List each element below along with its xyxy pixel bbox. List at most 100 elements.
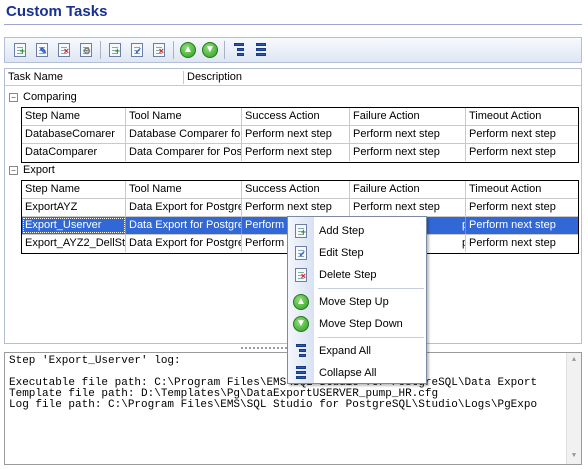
table-row[interactable]: DatabaseComarer Database Comparer for Pe… <box>22 126 578 144</box>
menu-item-expand-all[interactable]: Expand All <box>288 340 426 362</box>
edit-step-icon: ✓ <box>295 246 307 260</box>
tree-header: Task Name Description <box>5 69 581 86</box>
menu-separator <box>318 337 424 338</box>
menu-item-label: Move Step Down <box>319 318 403 330</box>
move-up-button[interactable]: ▲ <box>178 40 198 60</box>
delete-task-button[interactable]: × <box>54 40 74 60</box>
menu-item-collapse-all[interactable]: Collapse All <box>288 362 426 384</box>
success-action-cell: Perform next step <box>242 126 350 143</box>
add-step-icon: + <box>295 224 307 238</box>
column-header-step-name[interactable]: Step Name <box>22 108 126 125</box>
edit-task-icon: ✎ <box>36 43 48 57</box>
tool-name-cell: Database Comparer for <box>126 126 242 143</box>
move-down-button[interactable]: ▼ <box>200 40 220 60</box>
log-line: Step 'Export_Userver' log: <box>9 355 181 367</box>
step-name-cell: DatabaseComarer <box>22 126 126 143</box>
add-task-icon: + <box>14 43 26 57</box>
grid-header-row: Step Name Tool Name Success Action Failu… <box>22 108 578 126</box>
collapse-toggle-icon[interactable]: − <box>9 165 18 175</box>
table-row[interactable]: ExportAYZ Data Export for Postgre Perfor… <box>22 199 578 217</box>
timeout-action-cell: Perform next step <box>469 146 556 158</box>
timeout-action-cell: Perform next step <box>469 128 556 140</box>
arrow-down-icon: ▼ <box>202 42 218 58</box>
column-header-tool-name[interactable]: Tool Name <box>126 181 242 198</box>
add-task-button[interactable]: + <box>10 40 30 60</box>
step-name-cell: DataComparer <box>22 144 126 161</box>
failure-action-cell: Perform next step <box>350 199 466 216</box>
table-row[interactable]: DataComparer Data Comparer for Post Perf… <box>22 144 578 162</box>
column-header-timeout-action[interactable]: Timeout Action <box>466 108 580 125</box>
column-header-failure-action[interactable]: Failure Action <box>350 108 466 125</box>
context-menu: + Add Step ✓ Edit Step × Delete Step ▲ M… <box>287 216 427 384</box>
collapse-all-icon <box>256 42 266 58</box>
edit-task-button[interactable]: ✎ <box>32 40 52 60</box>
collapse-all-button[interactable] <box>251 40 271 60</box>
arrow-up-icon: ▲ <box>180 42 196 58</box>
page-title: Custom Tasks <box>6 3 108 20</box>
delete-task-icon: × <box>58 43 70 57</box>
timeout-action-cell: Perform next step <box>469 237 556 249</box>
menu-item-add-step[interactable]: + Add Step <box>288 220 426 242</box>
menu-item-label: Edit Step <box>319 247 364 259</box>
vertical-scrollbar[interactable]: ▲ ▼ <box>566 353 581 464</box>
failure-action-cell: Perform next step <box>350 126 466 143</box>
task-properties-button[interactable]: ⚙ <box>76 40 96 60</box>
column-header-success-action[interactable]: Success Action <box>242 108 350 125</box>
column-header-timeout-action[interactable]: Timeout Action <box>466 181 580 198</box>
column-header-failure-action[interactable]: Failure Action <box>350 181 466 198</box>
add-step-button[interactable]: + <box>105 40 125 60</box>
arrow-up-icon: ▲ <box>293 294 309 310</box>
title-divider <box>4 24 582 25</box>
toolbar: + ✎ × ⚙ + ✓ × ▲ ▼ <box>4 37 582 63</box>
collapse-toggle-icon[interactable]: − <box>9 92 18 102</box>
toolbar-separator <box>224 41 225 59</box>
task-group-comparing[interactable]: − Comparing <box>9 89 77 105</box>
success-action-cell: Perform next step <box>242 144 350 161</box>
column-header-success-action[interactable]: Success Action <box>242 181 350 198</box>
menu-item-label: Collapse All <box>319 367 377 379</box>
collapse-all-icon <box>296 365 306 381</box>
delete-step-button[interactable]: × <box>149 40 169 60</box>
column-header-tool-name[interactable]: Tool Name <box>126 108 242 125</box>
timeout-action-cell: Perform next step <box>469 219 556 231</box>
step-name-cell: Export_Userver <box>22 217 126 234</box>
expand-all-icon <box>234 42 244 58</box>
menu-item-label: Move Step Up <box>319 296 389 308</box>
log-line: Log file path: C:\Program Files\EMS\SQL … <box>9 399 538 411</box>
edit-step-icon: ✓ <box>131 43 143 57</box>
tool-name-cell: Data Export for Postgre <box>126 199 242 216</box>
menu-item-delete-step[interactable]: × Delete Step <box>288 264 426 286</box>
expand-all-button[interactable] <box>229 40 249 60</box>
success-action-cell: Perform next step <box>242 199 350 216</box>
delete-step-icon: × <box>153 43 165 57</box>
menu-item-label: Delete Step <box>319 269 377 281</box>
timeout-action-cell: Perform next step <box>469 201 556 213</box>
tool-name-cell: Data Comparer for Post <box>126 144 242 161</box>
menu-separator <box>318 288 424 289</box>
failure-action-cell: Perform next step <box>350 144 466 161</box>
scroll-down-icon[interactable]: ▼ <box>567 449 581 464</box>
steps-grid-comparing: Step Name Tool Name Success Action Failu… <box>21 107 579 163</box>
expand-all-icon <box>296 343 306 359</box>
menu-item-move-step-down[interactable]: ▼ Move Step Down <box>288 313 426 335</box>
column-header-task-name[interactable]: Task Name <box>8 71 63 83</box>
menu-item-edit-step[interactable]: ✓ Edit Step <box>288 242 426 264</box>
add-step-icon: + <box>109 43 121 57</box>
grid-header-row: Step Name Tool Name Success Action Failu… <box>22 181 578 199</box>
menu-item-label: Expand All <box>319 345 371 357</box>
menu-item-move-step-up[interactable]: ▲ Move Step Up <box>288 291 426 313</box>
scroll-up-icon[interactable]: ▲ <box>567 353 581 368</box>
toolbar-separator <box>173 41 174 59</box>
task-group-export[interactable]: − Export <box>9 162 55 178</box>
menu-item-label: Add Step <box>319 225 365 237</box>
step-name-cell: Export_AYZ2_DellSt <box>22 235 126 252</box>
task-properties-icon: ⚙ <box>80 43 92 57</box>
task-name: Export <box>23 164 55 176</box>
arrow-down-icon: ▼ <box>293 316 309 332</box>
tool-name-cell: Data Export for Postgre <box>126 217 242 234</box>
edit-step-button[interactable]: ✓ <box>127 40 147 60</box>
column-header-step-name[interactable]: Step Name <box>22 181 126 198</box>
tool-name-cell: Data Export for Postgre <box>126 235 242 252</box>
column-header-description[interactable]: Description <box>187 71 242 83</box>
delete-step-icon: × <box>295 268 307 282</box>
